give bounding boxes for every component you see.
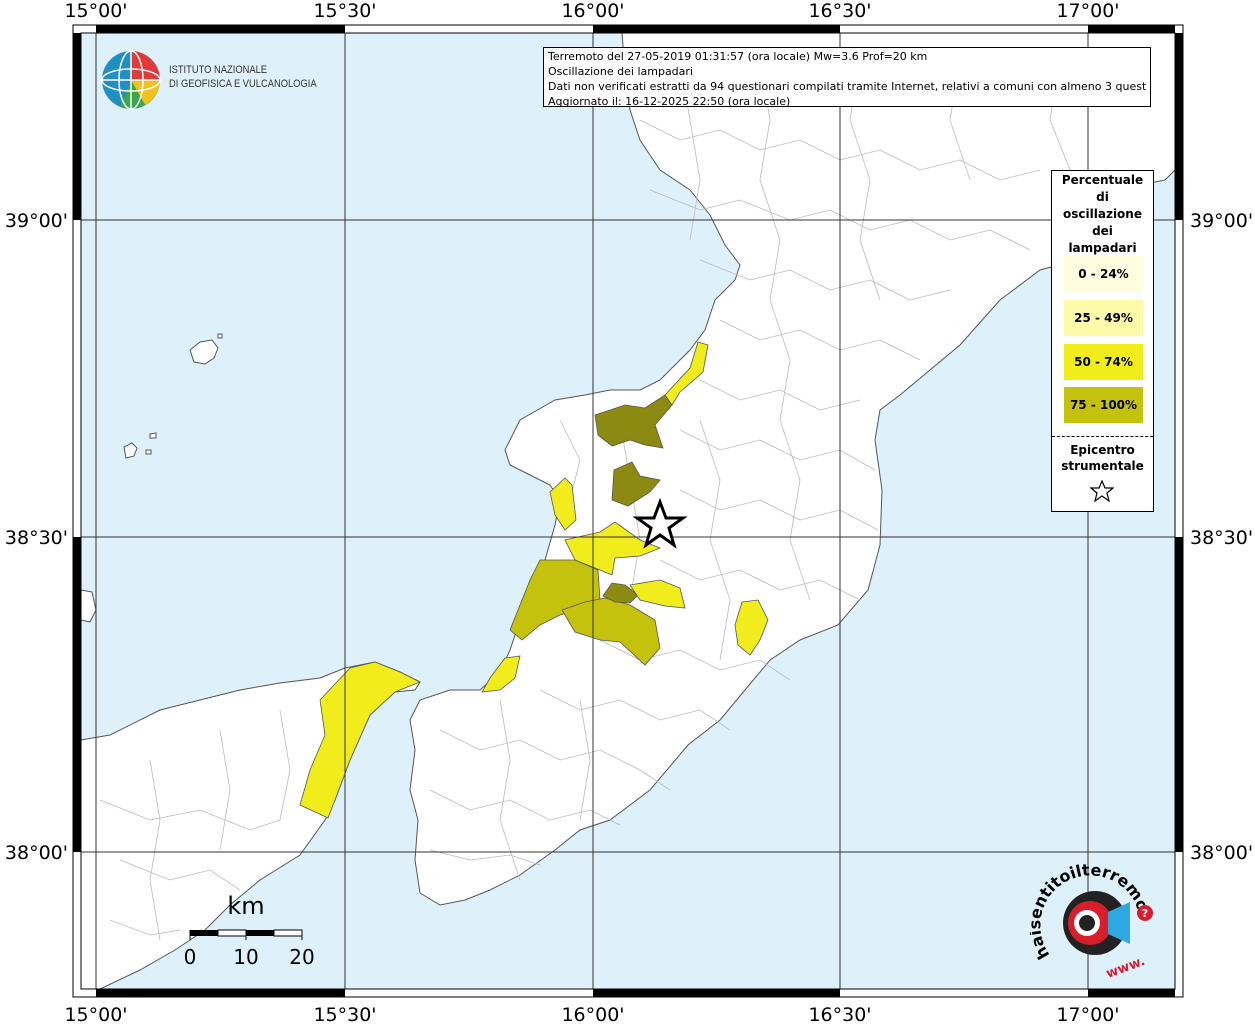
svg-text:?: ? bbox=[1142, 907, 1148, 920]
legend-label-1: 25 - 49% bbox=[1074, 311, 1133, 325]
lat-tick-left-1: 38°30' bbox=[5, 527, 68, 549]
badge-url: www. bbox=[1104, 954, 1147, 982]
legend-label-2: 50 - 74% bbox=[1074, 355, 1133, 369]
legend-label-3: 75 - 100% bbox=[1069, 398, 1138, 412]
legend: Percentuale di oscillazione dei lampadar… bbox=[1051, 170, 1154, 512]
legend-swatch-2: 50 - 74% bbox=[1064, 344, 1143, 380]
parameter-line: Oscillazione dei lampadari bbox=[548, 65, 693, 78]
logo-line-2: DI GEOFISICA E VULCANOLOGIA bbox=[169, 78, 317, 90]
lon-tick-bottom-1: 15°30' bbox=[313, 1004, 376, 1024]
legend-divider bbox=[1052, 436, 1153, 437]
lat-tick-left-0: 39°00' bbox=[5, 210, 68, 232]
scale-label-2: 20 bbox=[289, 945, 314, 969]
lat-tick-left-2: 38°00' bbox=[5, 842, 68, 864]
lon-tick-top-3: 16°30' bbox=[808, 0, 871, 22]
legend-swatch-3: 75 - 100% bbox=[1064, 387, 1143, 423]
star-icon bbox=[1090, 480, 1114, 502]
lon-tick-bottom-4: 17°00' bbox=[1056, 1004, 1119, 1024]
globe-icon bbox=[101, 50, 161, 110]
logo-line-1: ISTITUTO NAZIONALE bbox=[169, 64, 268, 76]
legend-swatch-0: 0 - 24% bbox=[1064, 256, 1143, 292]
scale-bar: km 0 10 20 bbox=[180, 890, 320, 970]
legend-epicenter-label: Epicentro strumentale bbox=[1061, 443, 1144, 473]
scale-label-0: 0 bbox=[184, 945, 197, 969]
lon-tick-bottom-2: 16°00' bbox=[561, 1004, 624, 1024]
lat-tick-right-1: 38°30' bbox=[1190, 527, 1253, 549]
lon-tick-top-0: 15°00' bbox=[64, 0, 127, 22]
legend-swatch-1: 25 - 49% bbox=[1064, 300, 1143, 336]
legend-label-0: 0 - 24% bbox=[1078, 267, 1129, 281]
updated-line: Aggiornato il: 16-12-2025 22:50 (ora loc… bbox=[548, 95, 791, 108]
lon-tick-bottom-0: 15°00' bbox=[64, 1004, 127, 1024]
lat-tick-right-0: 39°00' bbox=[1190, 210, 1253, 232]
legend-title: Percentuale di oscillazione dei lampadar… bbox=[1061, 173, 1144, 255]
data-note-line: Dati non verificati estratti da 94 quest… bbox=[548, 80, 1146, 93]
lon-tick-top-2: 16°00' bbox=[561, 0, 624, 22]
lon-tick-bottom-3: 16°30' bbox=[808, 1004, 871, 1024]
islet-1 bbox=[149, 432, 157, 439]
event-line: Terremoto del 27-05-2019 01:31:57 (ora l… bbox=[548, 50, 928, 63]
ingv-logo: ISTITUTO NAZIONALE DI GEOFISICA E VULCAN… bbox=[100, 49, 320, 111]
scale-label-1: 10 bbox=[233, 945, 258, 969]
islet-2 bbox=[145, 449, 152, 455]
scale-unit: km bbox=[227, 892, 264, 920]
haisentito-badge: haisentitoilterremoto.it ? www. bbox=[1025, 845, 1165, 985]
lon-tick-top-1: 15°30' bbox=[313, 0, 376, 22]
islet-3 bbox=[217, 333, 223, 339]
lat-tick-right-2: 38°00' bbox=[1190, 842, 1253, 864]
event-info-box: Terremoto del 27-05-2019 01:31:57 (ora l… bbox=[543, 47, 1151, 108]
lon-tick-top-4: 17°00' bbox=[1056, 0, 1119, 22]
